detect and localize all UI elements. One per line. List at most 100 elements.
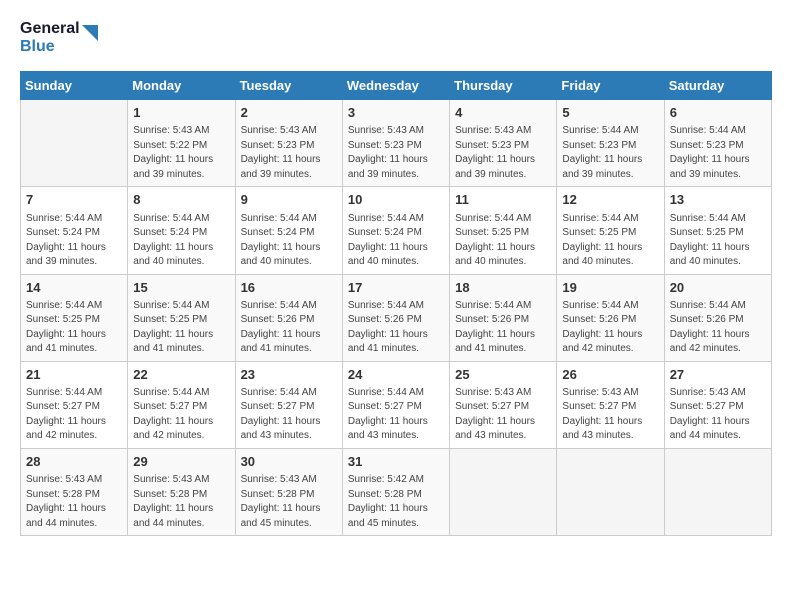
cell-info: Sunrise: 5:43 AMSunset: 5:28 PMDaylight:… — [26, 473, 122, 531]
calendar-cell: 16 Sunrise: 5:44 AMSunset: 5:26 PMDayligh… — [235, 274, 342, 361]
day-number: 7 — [26, 191, 122, 209]
cell-info: Sunrise: 5:43 AMSunset: 5:23 PMDaylight:… — [241, 124, 337, 182]
calendar-cell: 4 Sunrise: 5:43 AMSunset: 5:23 PMDaylight… — [450, 100, 557, 187]
day-number: 21 — [26, 366, 122, 384]
cell-info: Sunrise: 5:44 AMSunset: 5:27 PMDaylight:… — [241, 386, 337, 444]
day-number: 14 — [26, 279, 122, 297]
calendar-cell: 9 Sunrise: 5:44 AMSunset: 5:24 PMDaylight… — [235, 187, 342, 274]
cell-info: Sunrise: 5:43 AMSunset: 5:28 PMDaylight:… — [133, 473, 229, 531]
calendar-cell — [664, 448, 771, 535]
calendar-cell — [557, 448, 664, 535]
logo-graphic: General Blue — [20, 20, 100, 55]
calendar-cell: 29 Sunrise: 5:43 AMSunset: 5:28 PMDayligh… — [128, 448, 235, 535]
day-number: 9 — [241, 191, 337, 209]
logo-text-general: General — [20, 20, 80, 38]
day-number: 25 — [455, 366, 551, 384]
calendar-cell: 28Sunrise: 5:43 AMSunset: 5:28 PMDayligh… — [21, 448, 128, 535]
calendar-cell: 13 Sunrise: 5:44 AMSunset: 5:25 PMDayligh… — [664, 187, 771, 274]
cell-info: Sunrise: 5:43 AMSunset: 5:27 PMDaylight:… — [455, 386, 551, 444]
day-number: 10 — [348, 191, 444, 209]
day-number: 22 — [133, 366, 229, 384]
calendar-cell: 22 Sunrise: 5:44 AMSunset: 5:27 PMDayligh… — [128, 361, 235, 448]
cell-info: Sunrise: 5:44 AMSunset: 5:24 PMDaylight:… — [133, 212, 229, 270]
calendar-cell: 26 Sunrise: 5:43 AMSunset: 5:27 PMDayligh… — [557, 361, 664, 448]
day-number: 8 — [133, 191, 229, 209]
day-number: 20 — [670, 279, 766, 297]
calendar-cell: 10 Sunrise: 5:44 AMSunset: 5:24 PMDayligh… — [342, 187, 449, 274]
calendar-table: SundayMondayTuesdayWednesdayThursdayFrid… — [20, 71, 772, 536]
logo-text-blue: Blue — [20, 38, 80, 56]
calendar-cell: 27Sunrise: 5:43 AMSunset: 5:27 PMDayligh… — [664, 361, 771, 448]
cell-info: Sunrise: 5:44 AMSunset: 5:24 PMDaylight:… — [241, 212, 337, 270]
day-number: 11 — [455, 191, 551, 209]
weekday-header: Saturday — [664, 72, 771, 100]
cell-info: Sunrise: 5:43 AMSunset: 5:23 PMDaylight:… — [455, 124, 551, 182]
weekday-header: Friday — [557, 72, 664, 100]
day-number: 31 — [348, 453, 444, 471]
weekday-header: Thursday — [450, 72, 557, 100]
day-number: 30 — [241, 453, 337, 471]
header-row: SundayMondayTuesdayWednesdayThursdayFrid… — [21, 72, 772, 100]
cell-info: Sunrise: 5:44 AMSunset: 5:26 PMDaylight:… — [241, 299, 337, 357]
weekday-header: Wednesday — [342, 72, 449, 100]
weekday-header: Tuesday — [235, 72, 342, 100]
weekday-header: Monday — [128, 72, 235, 100]
day-number: 12 — [562, 191, 658, 209]
calendar-cell: 19 Sunrise: 5:44 AMSunset: 5:26 PMDayligh… — [557, 274, 664, 361]
calendar-cell: 24Sunrise: 5:44 AMSunset: 5:27 PMDayligh… — [342, 361, 449, 448]
cell-info: Sunrise: 5:43 AMSunset: 5:28 PMDaylight:… — [241, 473, 337, 531]
calendar-cell: 31Sunrise: 5:42 AMSunset: 5:28 PMDayligh… — [342, 448, 449, 535]
calendar-cell: 20 Sunrise: 5:44 AMSunset: 5:26 PMDayligh… — [664, 274, 771, 361]
cell-info: Sunrise: 5:44 AMSunset: 5:26 PMDaylight:… — [670, 299, 766, 357]
cell-info: Sunrise: 5:44 AMSunset: 5:26 PMDaylight:… — [348, 299, 444, 357]
day-number: 24 — [348, 366, 444, 384]
day-number: 5 — [562, 104, 658, 122]
day-number: 29 — [133, 453, 229, 471]
calendar-cell: 14 Sunrise: 5:44 AMSunset: 5:25 PMDayligh… — [21, 274, 128, 361]
cell-info: Sunrise: 5:44 AMSunset: 5:23 PMDaylight:… — [670, 124, 766, 182]
calendar-cell: 12 Sunrise: 5:44 AMSunset: 5:25 PMDayligh… — [557, 187, 664, 274]
cell-info: Sunrise: 5:44 AMSunset: 5:24 PMDaylight:… — [26, 212, 122, 270]
day-number: 18 — [455, 279, 551, 297]
logo-chevron-icon — [80, 23, 100, 53]
cell-info: Sunrise: 5:44 AMSunset: 5:25 PMDaylight:… — [455, 212, 551, 270]
day-number: 13 — [670, 191, 766, 209]
cell-info: Sunrise: 5:44 AMSunset: 5:25 PMDaylight:… — [26, 299, 122, 357]
day-number: 1 — [133, 104, 229, 122]
calendar-cell: 15Sunrise: 5:44 AMSunset: 5:25 PMDayligh… — [128, 274, 235, 361]
day-number: 26 — [562, 366, 658, 384]
cell-info: Sunrise: 5:44 AMSunset: 5:26 PMDaylight:… — [562, 299, 658, 357]
calendar-week-row: 28Sunrise: 5:43 AMSunset: 5:28 PMDayligh… — [21, 448, 772, 535]
day-number: 16 — [241, 279, 337, 297]
calendar-cell: 6Sunrise: 5:44 AMSunset: 5:23 PMDaylight… — [664, 100, 771, 187]
cell-info: Sunrise: 5:44 AMSunset: 5:25 PMDaylight:… — [670, 212, 766, 270]
cell-info: Sunrise: 5:44 AMSunset: 5:27 PMDaylight:… — [26, 386, 122, 444]
cell-info: Sunrise: 5:44 AMSunset: 5:23 PMDaylight:… — [562, 124, 658, 182]
calendar-cell — [450, 448, 557, 535]
day-number: 27 — [670, 366, 766, 384]
cell-info: Sunrise: 5:44 AMSunset: 5:25 PMDaylight:… — [562, 212, 658, 270]
calendar-cell: 2Sunrise: 5:43 AMSunset: 5:23 PMDaylight… — [235, 100, 342, 187]
day-number: 23 — [241, 366, 337, 384]
calendar-cell — [21, 100, 128, 187]
cell-info: Sunrise: 5:44 AMSunset: 5:27 PMDaylight:… — [133, 386, 229, 444]
calendar-cell: 21 Sunrise: 5:44 AMSunset: 5:27 PMDayligh… — [21, 361, 128, 448]
calendar-cell: 5 Sunrise: 5:44 AMSunset: 5:23 PMDaylight… — [557, 100, 664, 187]
calendar-cell: 23 Sunrise: 5:44 AMSunset: 5:27 PMDayligh… — [235, 361, 342, 448]
calendar-week-row: 21 Sunrise: 5:44 AMSunset: 5:27 PMDayligh… — [21, 361, 772, 448]
day-number: 17 — [348, 279, 444, 297]
day-number: 15 — [133, 279, 229, 297]
day-number: 4 — [455, 104, 551, 122]
cell-info: Sunrise: 5:44 AMSunset: 5:24 PMDaylight:… — [348, 212, 444, 270]
cell-info: Sunrise: 5:44 AMSunset: 5:26 PMDaylight:… — [455, 299, 551, 357]
logo: General Blue — [20, 20, 100, 55]
calendar-week-row: 7 Sunrise: 5:44 AMSunset: 5:24 PMDaylight… — [21, 187, 772, 274]
day-number: 19 — [562, 279, 658, 297]
calendar-cell: 30 Sunrise: 5:43 AMSunset: 5:28 PMDayligh… — [235, 448, 342, 535]
day-number: 3 — [348, 104, 444, 122]
calendar-cell: 18 Sunrise: 5:44 AMSunset: 5:26 PMDayligh… — [450, 274, 557, 361]
calendar-week-row: 14 Sunrise: 5:44 AMSunset: 5:25 PMDayligh… — [21, 274, 772, 361]
cell-info: Sunrise: 5:43 AMSunset: 5:27 PMDaylight:… — [562, 386, 658, 444]
calendar-week-row: 1Sunrise: 5:43 AMSunset: 5:22 PMDaylight… — [21, 100, 772, 187]
calendar-cell: 1Sunrise: 5:43 AMSunset: 5:22 PMDaylight… — [128, 100, 235, 187]
